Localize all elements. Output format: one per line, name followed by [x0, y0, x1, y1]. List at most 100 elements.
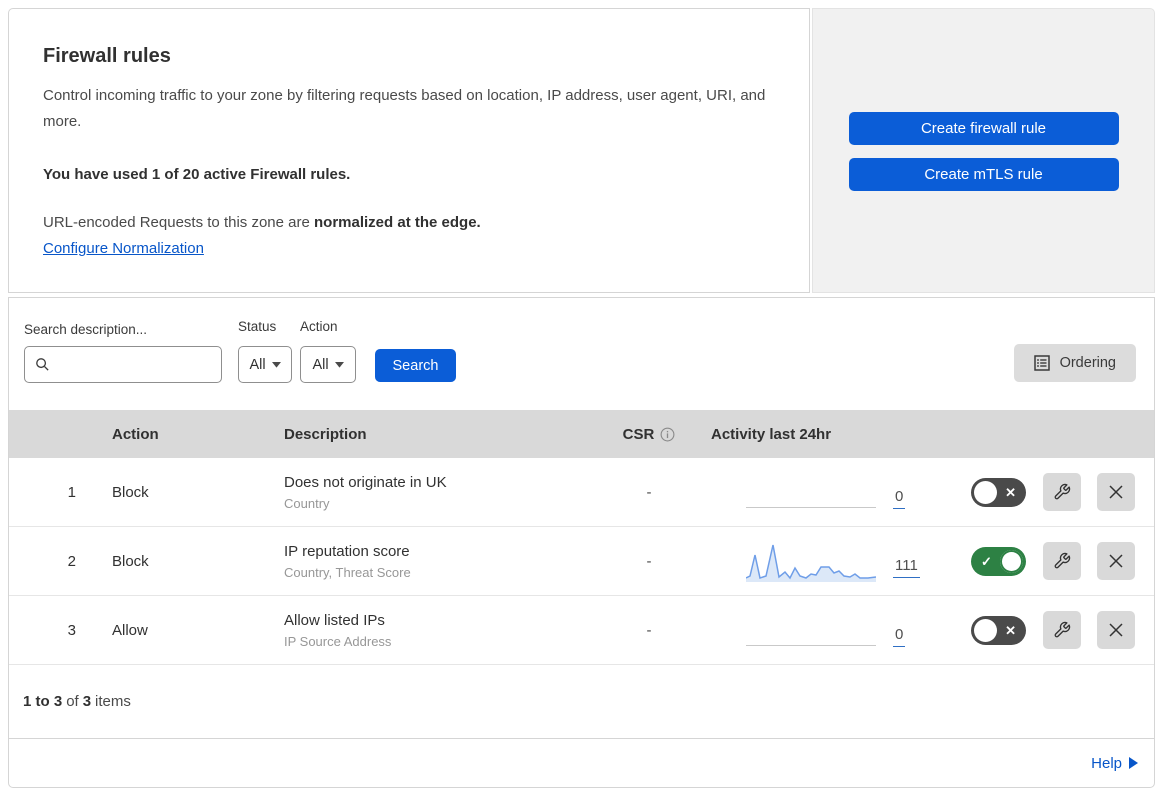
search-box[interactable]: [24, 346, 222, 383]
page-title: Firewall rules: [43, 45, 171, 67]
close-icon: [1108, 484, 1124, 500]
rule-description[interactable]: IP reputation score: [284, 543, 599, 560]
column-header-action: Action: [112, 425, 159, 443]
table-row: 3 Allow Allow listed IPs IP Source Addre…: [9, 596, 1154, 665]
search-label: Search description...: [24, 322, 148, 337]
delete-rule-button[interactable]: [1097, 542, 1135, 580]
rule-activity-cell: 0: [699, 473, 959, 511]
rule-controls: ✓: [959, 542, 1154, 580]
activity-sparkline: [746, 611, 876, 649]
rules-list-card: Search description... Status All Action …: [8, 297, 1155, 788]
rule-activity-cell: 0: [699, 611, 959, 649]
create-mtls-rule-button[interactable]: Create mTLS rule: [848, 158, 1119, 191]
rule-enabled-toggle[interactable]: ✓: [971, 546, 1026, 576]
action-filter-dropdown[interactable]: All: [300, 346, 356, 383]
pagination-items: items: [95, 693, 131, 710]
pagination-of: of: [66, 693, 79, 710]
status-filter-dropdown[interactable]: All: [238, 346, 292, 383]
info-icon[interactable]: [660, 427, 675, 442]
rule-priority: 3: [67, 621, 76, 639]
close-icon: [1108, 553, 1124, 569]
rule-action: Block: [112, 483, 149, 501]
rule-description-cell: Allow listed IPs IP Source Address: [279, 612, 599, 649]
arrow-right-icon: [1129, 757, 1138, 769]
rule-fields: Country, Threat Score: [284, 564, 411, 580]
search-button[interactable]: Search: [375, 349, 456, 382]
pagination-range: 1 to 3: [23, 693, 63, 710]
column-header-activity: Activity last 24hr: [711, 425, 832, 443]
rule-csr: -: [646, 483, 652, 501]
rule-csr: -: [646, 552, 652, 570]
status-filter-label: Status: [238, 319, 277, 334]
csr-header-label: CSR: [622, 425, 655, 443]
pagination-summary: 1 to 3 of 3 items: [9, 665, 1154, 738]
rule-controls: ✕: [959, 611, 1154, 649]
table-header-row: Action Description CSR Activity last 24h…: [9, 410, 1154, 458]
rule-controls: ✕: [959, 473, 1154, 511]
rule-action: Block: [112, 552, 149, 570]
rule-description-cell: Does not originate in UK Country: [279, 474, 599, 511]
normalization-statement: URL-encoded Requests to this zone are no…: [43, 214, 769, 231]
pagination-total: 3: [82, 693, 92, 710]
rule-enabled-toggle[interactable]: ✕: [971, 477, 1026, 507]
close-icon: [1108, 622, 1124, 638]
wrench-icon: [1053, 552, 1071, 570]
normalization-text: URL-encoded Requests to this zone are: [43, 214, 314, 231]
toggle-state-icon: ✕: [1005, 622, 1016, 638]
help-link[interactable]: Help: [1091, 755, 1138, 772]
activity-sparkline: [746, 542, 876, 582]
ordering-button[interactable]: Ordering: [1013, 344, 1136, 382]
actions-panel: Create firewall rule Create mTLS rule: [812, 8, 1155, 293]
activity-count-link[interactable]: 0: [893, 626, 906, 647]
wrench-icon: [1053, 483, 1071, 501]
search-input[interactable]: [58, 356, 208, 373]
search-icon: [35, 357, 50, 372]
table-row: 2 Block IP reputation score Country, Thr…: [9, 527, 1154, 596]
edit-rule-button[interactable]: [1043, 611, 1081, 649]
rule-description[interactable]: Allow listed IPs: [284, 612, 599, 629]
filter-bar: Search description... Status All Action …: [9, 298, 1154, 410]
wrench-icon: [1053, 621, 1071, 639]
activity-count-link[interactable]: 111: [893, 557, 920, 578]
toggle-state-icon: ✕: [1005, 484, 1016, 500]
help-link-label: Help: [1091, 754, 1122, 772]
rule-fields: IP Source Address: [284, 633, 392, 649]
help-row: Help: [9, 738, 1154, 787]
activity-sparkline: [746, 473, 876, 511]
configure-normalization-link[interactable]: Configure Normalization: [43, 240, 204, 257]
rule-activity-cell: 111: [699, 542, 959, 582]
delete-rule-button[interactable]: [1097, 611, 1135, 649]
header-card: Firewall rules Control incoming traffic …: [8, 8, 810, 293]
rule-priority: 1: [67, 483, 76, 501]
toggle-knob: [974, 618, 997, 642]
create-firewall-rule-button[interactable]: Create firewall rule: [848, 112, 1119, 145]
rule-priority: 2: [67, 552, 76, 570]
page-description: Control incoming traffic to your zone by…: [43, 87, 766, 130]
toggle-state-icon: ✓: [981, 553, 992, 569]
edit-rule-button[interactable]: [1043, 542, 1081, 580]
action-filter-label: Action: [300, 319, 338, 334]
column-header-csr: CSR: [599, 426, 699, 443]
normalization-bold: normalized at the edge.: [314, 214, 481, 231]
toggle-knob: [1000, 549, 1023, 573]
table-row: 1 Block Does not originate in UK Country…: [9, 458, 1154, 527]
chevron-down-icon: [334, 361, 344, 368]
toggle-knob: [974, 480, 997, 504]
edit-rule-button[interactable]: [1043, 473, 1081, 511]
action-filter-value: All: [312, 356, 329, 373]
firewall-rules-page: Firewall rules Control incoming traffic …: [0, 0, 1161, 791]
ordering-button-label: Ordering: [1059, 355, 1116, 371]
rule-description[interactable]: Does not originate in UK: [284, 474, 599, 491]
rule-enabled-toggle[interactable]: ✕: [971, 615, 1026, 645]
rule-description-cell: IP reputation score Country, Threat Scor…: [279, 543, 599, 580]
ordered-list-icon: [1033, 355, 1050, 371]
rule-fields: Country: [284, 495, 330, 511]
delete-rule-button[interactable]: [1097, 473, 1135, 511]
chevron-down-icon: [271, 361, 281, 368]
activity-count-link[interactable]: 0: [893, 488, 906, 509]
column-header-description: Description: [284, 425, 367, 443]
usage-statement: You have used 1 of 20 active Firewall ru…: [43, 166, 351, 183]
rule-csr: -: [646, 621, 652, 639]
rule-action: Allow: [112, 621, 148, 639]
status-filter-value: All: [249, 356, 266, 373]
